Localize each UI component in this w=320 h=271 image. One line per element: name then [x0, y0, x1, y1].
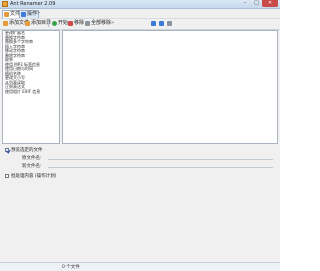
start-icon — [52, 21, 57, 26]
remove-all-icon — [85, 21, 90, 26]
list-item[interactable]: 使用相片 EXIF 信息 — [3, 89, 59, 95]
sort-icon — [167, 21, 172, 26]
remove-all-button[interactable]: 全部移除 — [84, 20, 112, 27]
toolbar-overflow[interactable]: » — [36, 10, 41, 17]
preview-label: 预览选定的文件 — [11, 148, 43, 153]
old-name-value — [48, 155, 273, 160]
minimize-button[interactable]: – — [240, 0, 250, 7]
sort-button[interactable] — [166, 20, 173, 27]
preview-checkbox[interactable] — [5, 148, 9, 152]
move-down-button[interactable] — [158, 20, 165, 27]
arrow-down-icon — [159, 21, 164, 26]
title-bar: Ant Renamer 2.09 – □ ✕ — [0, 0, 280, 9]
preview-option[interactable]: 预览选定的文件 — [5, 147, 43, 153]
actions-icon — [21, 12, 26, 17]
main-toolbar: 添加文件 添加目录 开始 移除 全部移除 » — [0, 19, 280, 30]
files-icon — [4, 12, 9, 17]
main-toolbar-overflow[interactable]: » — [110, 20, 115, 27]
app-icon — [2, 1, 8, 7]
top-toolbar: 文件 操作 » — [0, 9, 280, 19]
remove-icon — [68, 21, 73, 26]
app-window: Ant Renamer 2.09 – □ ✕ 文件 操作 » 添加文件 添加目录… — [0, 0, 280, 271]
old-name-label: 原文件名: — [22, 156, 42, 161]
close-button[interactable]: ✕ — [262, 0, 278, 7]
window-title: Ant Renamer 2.09 — [10, 1, 56, 7]
remove-button[interactable]: 移除 — [67, 20, 85, 27]
remove-label: 移除 — [74, 20, 85, 26]
batch-option[interactable]: 批处理内容 (操作计划) — [5, 173, 56, 179]
actions-list-panel: 更改扩展名 替换字符串 替换多个字符串 插入字符串 移动字符串 删除字符串 枚举… — [2, 30, 60, 144]
new-name-value — [48, 163, 273, 168]
batch-checkbox[interactable] — [5, 174, 9, 178]
add-files-icon — [3, 21, 8, 26]
maximize-button[interactable]: □ — [251, 0, 262, 7]
arrow-up-icon — [151, 21, 156, 26]
move-up-button[interactable] — [150, 20, 157, 27]
file-count-status: 0 个文件 — [62, 265, 80, 270]
toolbar-separator — [48, 20, 49, 27]
action-settings-panel — [62, 30, 278, 144]
add-folder-icon — [25, 21, 30, 26]
batch-label: 批处理内容 (操作计划) — [11, 174, 57, 179]
remove-all-label: 全部移除 — [91, 20, 112, 26]
new-name-label: 新文件名: — [22, 164, 42, 169]
